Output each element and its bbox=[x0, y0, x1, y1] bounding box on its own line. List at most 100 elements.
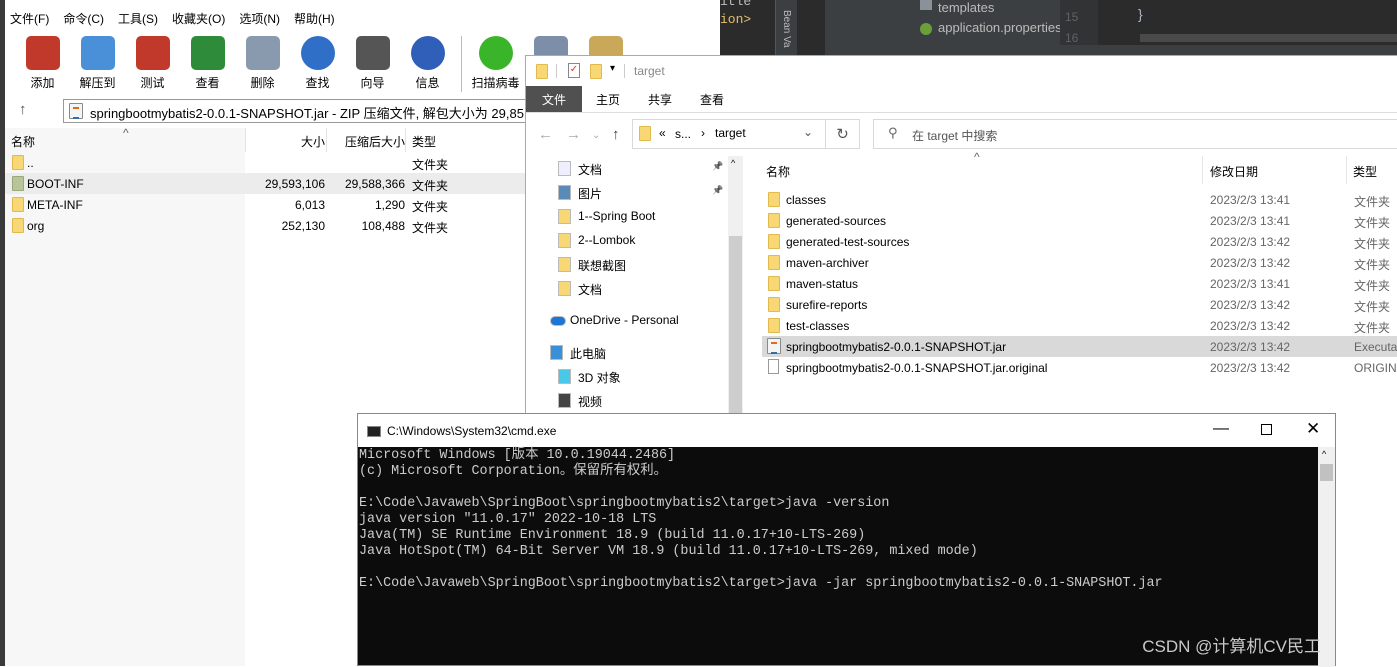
tree-item[interactable]: templates bbox=[938, 0, 994, 15]
tree-item[interactable]: application.properties bbox=[938, 20, 1060, 35]
folder-icon bbox=[768, 234, 780, 249]
cmd-title: C:\Windows\System32\cmd.exe bbox=[387, 424, 557, 438]
archive-path-field[interactable]: springbootmybatis2-0.0.1-SNAPSHOT.jar - … bbox=[63, 99, 543, 123]
up-icon[interactable]: ↑ bbox=[612, 126, 620, 143]
toolbar-button-0[interactable]: 添加 bbox=[15, 36, 70, 92]
toolbar-label: 信息 bbox=[415, 76, 440, 90]
file-row[interactable]: generated-sources 2023/2/3 13:41 文件夹 bbox=[762, 210, 1397, 231]
file-row[interactable]: classes 2023/2/3 13:41 文件夹 bbox=[762, 189, 1397, 210]
forward-icon[interactable]: → bbox=[566, 126, 581, 143]
folder-icon bbox=[768, 255, 780, 270]
file-name: generated-sources bbox=[786, 214, 887, 228]
folder-icon bbox=[12, 197, 24, 212]
table-row[interactable]: BOOT-INF 29,593,106 29,588,366 文件夹 bbox=[5, 173, 525, 194]
back-icon[interactable]: ← bbox=[538, 126, 553, 143]
file-row[interactable]: test-classes 2023/2/3 13:42 文件夹 bbox=[762, 315, 1397, 336]
file-name: maven-archiver bbox=[786, 256, 869, 270]
toolbar-button-2[interactable]: 测试 bbox=[125, 36, 180, 92]
maximize-button[interactable] bbox=[1261, 424, 1272, 435]
cell-packed: 29,588,366 bbox=[344, 177, 405, 191]
folder-icon bbox=[768, 276, 780, 291]
col-type[interactable]: 类型 bbox=[412, 133, 436, 150]
archive-books-icon bbox=[25, 36, 60, 70]
horizontal-scrollbar[interactable] bbox=[1140, 34, 1397, 42]
address-bar[interactable]: « s... › target ⌄ bbox=[632, 119, 826, 149]
table-row[interactable]: META-INF 6,013 1,290 文件夹 bbox=[5, 194, 525, 215]
clipboard-check-icon bbox=[135, 36, 170, 70]
close-button[interactable]: ✕ bbox=[1306, 419, 1320, 439]
nav-label: 文档 bbox=[578, 283, 603, 297]
file-type: 文件夹 bbox=[1354, 279, 1391, 293]
open-book-icon bbox=[190, 36, 225, 70]
col-date[interactable]: 修改日期 bbox=[1210, 163, 1258, 180]
toolbar-button-1[interactable]: 解压到 bbox=[70, 36, 125, 92]
file-row[interactable]: generated-test-sources 2023/2/3 13:42 文件夹 bbox=[762, 231, 1397, 252]
file-date: 2023/2/3 13:42 bbox=[1210, 361, 1291, 375]
ribbon-tab[interactable]: 查看 bbox=[686, 86, 738, 112]
toolbar-button-3[interactable]: 查看 bbox=[180, 36, 235, 92]
computer-icon bbox=[550, 345, 563, 360]
menu-item[interactable]: 收藏夹(O) bbox=[172, 10, 225, 27]
file-type: 文件夹 bbox=[1354, 321, 1391, 335]
properties-icon[interactable]: ✓ bbox=[568, 63, 580, 78]
breadcrumb-target[interactable]: target bbox=[715, 126, 746, 140]
pin-icon[interactable]: 📌 bbox=[712, 161, 723, 172]
nav-label: OneDrive - Personal bbox=[570, 313, 679, 327]
new-folder-icon[interactable] bbox=[590, 64, 602, 79]
ribbon-tab[interactable]: 主页 bbox=[582, 86, 634, 112]
file-row[interactable]: surefire-reports 2023/2/3 13:42 文件夹 bbox=[762, 294, 1397, 315]
menu-item[interactable]: 文件(F) bbox=[10, 10, 49, 27]
refresh-button[interactable]: ↻ bbox=[826, 119, 860, 149]
winrar-list-header: 名称 ^ 大小 压缩后大小 类型 bbox=[5, 126, 525, 152]
menu-item[interactable]: 选项(N) bbox=[239, 10, 280, 27]
nav-label: 图片 bbox=[578, 187, 603, 201]
file-row[interactable]: springbootmybatis2-0.0.1-SNAPSHOT.jar 202… bbox=[762, 336, 1397, 357]
toolbar-label: 解压到 bbox=[79, 76, 116, 90]
toolbar-button-5[interactable]: 查找 bbox=[290, 36, 345, 92]
recent-dropdown-icon[interactable]: ⌄ bbox=[592, 130, 600, 141]
col-type[interactable]: 类型 bbox=[1353, 163, 1377, 180]
pin-icon[interactable]: 📌 bbox=[712, 185, 723, 196]
file-row[interactable]: maven-archiver 2023/2/3 13:42 文件夹 bbox=[762, 252, 1397, 273]
toolbar-button-8[interactable]: 扫描病毒 bbox=[468, 36, 523, 92]
minimize-button[interactable]: — bbox=[1213, 420, 1229, 438]
menu-item[interactable]: 帮助(H) bbox=[294, 10, 335, 27]
cell-name: META-INF bbox=[27, 198, 83, 212]
file-type: Executa bbox=[1354, 340, 1397, 354]
col-size[interactable]: 大小 bbox=[301, 133, 325, 150]
ribbon-tab[interactable]: 共享 bbox=[634, 86, 686, 112]
search-input[interactable]: ⚲ 在 target 中搜索 bbox=[873, 119, 1397, 149]
chevron-down-icon[interactable]: ⌄ bbox=[803, 125, 813, 139]
file-date: 2023/2/3 13:41 bbox=[1210, 193, 1291, 207]
folder-icon bbox=[920, 0, 932, 10]
nav-scrollbar[interactable]: ^ bbox=[728, 156, 743, 416]
ribbon-tab[interactable]: 文件 bbox=[526, 86, 583, 112]
file-row[interactable]: springbootmybatis2-0.0.1-SNAPSHOT.jar.or… bbox=[762, 357, 1397, 378]
col-name[interactable]: 名称 bbox=[11, 133, 35, 150]
ide-window: itle ion> Bean Va templates application.… bbox=[720, 0, 1397, 55]
menu-item[interactable]: 命令(C) bbox=[63, 10, 104, 27]
menu-item[interactable]: 工具(S) bbox=[118, 10, 158, 27]
archive-path-text: springbootmybatis2-0.0.1-SNAPSHOT.jar - … bbox=[90, 106, 543, 121]
toolbar-button-4[interactable]: 删除 bbox=[235, 36, 290, 92]
col-name[interactable]: 名称 bbox=[766, 163, 790, 180]
bean-validation-tab[interactable]: Bean Va bbox=[781, 10, 792, 48]
cell-size: 29,593,106 bbox=[264, 177, 325, 191]
magnifier-icon bbox=[300, 36, 335, 70]
folder-icon bbox=[536, 64, 548, 79]
file-row[interactable]: maven-status 2023/2/3 13:41 文件夹 bbox=[762, 273, 1397, 294]
file-date: 2023/2/3 13:41 bbox=[1210, 214, 1291, 228]
table-row[interactable]: .. 文件夹 bbox=[5, 152, 525, 173]
toolbar-button-7[interactable]: 信息 bbox=[400, 36, 455, 92]
console-output[interactable]: Microsoft Windows [版本 10.0.19044.2486] (… bbox=[359, 448, 1163, 592]
toolbar-label: 扫描病毒 bbox=[471, 76, 520, 90]
toolbar-button-6[interactable]: 向导 bbox=[345, 36, 400, 92]
file-type: 文件夹 bbox=[1354, 237, 1391, 251]
table-row[interactable]: org 252,130 108,488 文件夹 bbox=[5, 215, 525, 236]
up-arrow-icon[interactable]: ↑ bbox=[19, 101, 27, 118]
file-type: 文件夹 bbox=[1354, 300, 1391, 314]
breadcrumb-s[interactable]: s... bbox=[675, 127, 691, 141]
file-date: 2023/2/3 13:41 bbox=[1210, 277, 1291, 291]
customize-dropdown-icon[interactable]: ▾ bbox=[610, 63, 615, 74]
col-packed[interactable]: 压缩后大小 bbox=[345, 133, 405, 150]
